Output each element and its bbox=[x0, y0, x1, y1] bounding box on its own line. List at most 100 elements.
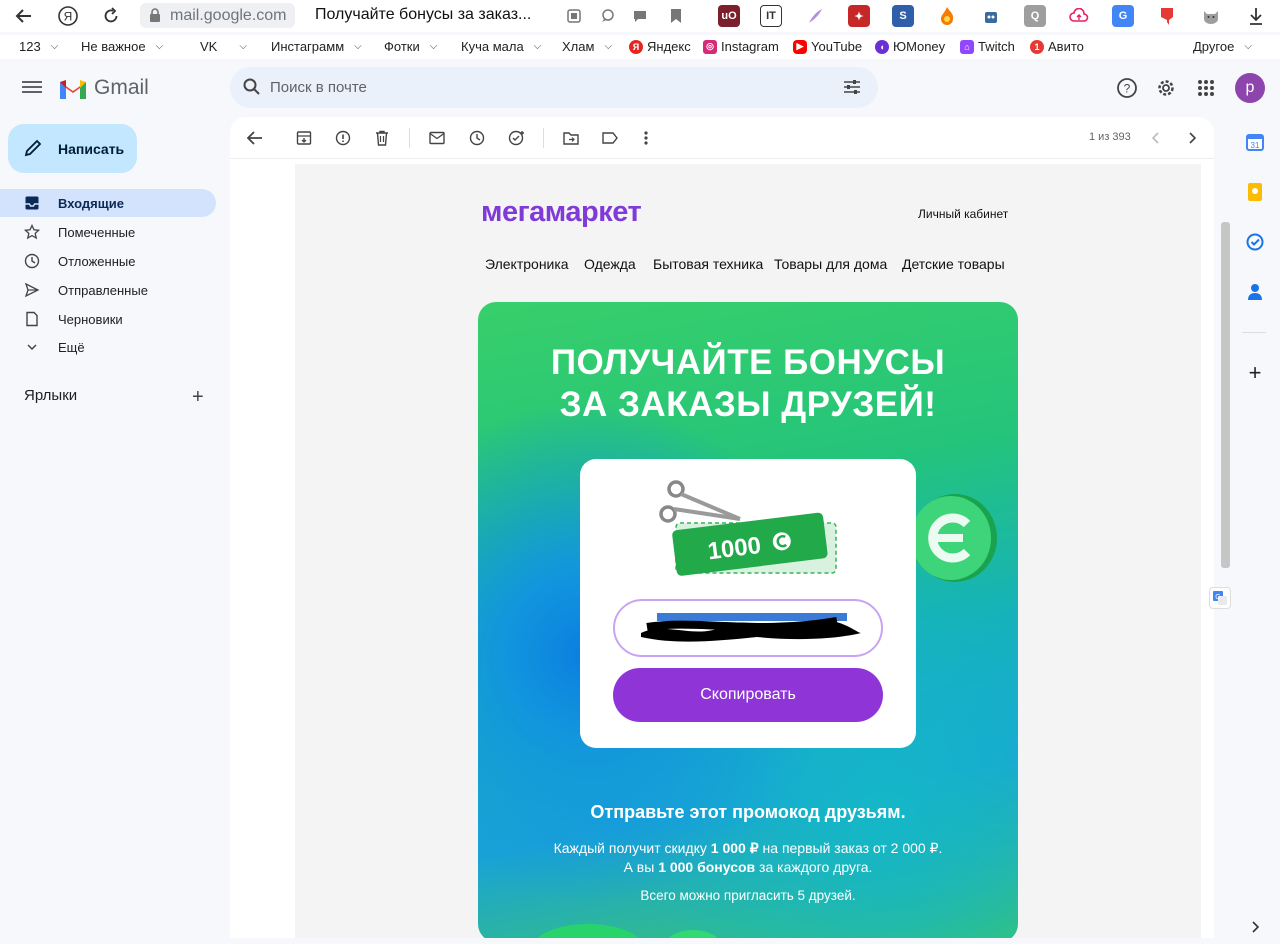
contacts-icon[interactable] bbox=[1244, 281, 1266, 303]
translate-icon[interactable]: G bbox=[1112, 5, 1134, 27]
sidebar-item-sent[interactable]: Отправленные bbox=[0, 276, 216, 304]
it-icon[interactable]: IT bbox=[760, 5, 782, 27]
add-addon-plus-icon[interactable]: + bbox=[1244, 360, 1266, 385]
main-menu-icon[interactable] bbox=[22, 78, 42, 96]
cat-icon[interactable] bbox=[1200, 5, 1222, 27]
gmail-logo[interactable]: Gmail bbox=[58, 76, 149, 100]
category-link[interactable]: Электроника bbox=[485, 256, 569, 272]
bookmark-folder-123[interactable]: 123 ⌵ bbox=[19, 39, 58, 54]
label-tag-icon[interactable] bbox=[601, 129, 619, 147]
sidebar-item-snoozed[interactable]: Отложенные bbox=[0, 247, 216, 275]
older-chevron-right-icon[interactable] bbox=[1183, 129, 1201, 147]
trash-icon[interactable] bbox=[373, 129, 391, 147]
promo-code-field[interactable] bbox=[613, 599, 883, 657]
toolbar-divider bbox=[409, 128, 410, 148]
robot-icon[interactable] bbox=[980, 5, 1002, 27]
apps-grid-icon[interactable] bbox=[1194, 76, 1218, 100]
chevron-down-icon: ⌵ bbox=[354, 41, 362, 52]
category-link[interactable]: Детские товары bbox=[902, 256, 1005, 272]
add-label-plus-icon[interactable]: + bbox=[192, 386, 204, 409]
q-icon[interactable]: Q bbox=[1024, 5, 1046, 27]
bookmark-instagram[interactable]: ◎ Instagram bbox=[703, 39, 779, 54]
instagram-icon: ◎ bbox=[703, 39, 717, 54]
bookmark-yumoney[interactable]: ◖ ЮMoney bbox=[875, 39, 945, 54]
megamarket-logo[interactable]: мегамаркет bbox=[481, 196, 642, 229]
bookmark-folder-instagram[interactable]: Инстаграмм ⌵ bbox=[271, 39, 362, 54]
redacted-code-scribble bbox=[641, 613, 861, 642]
bookmark-folder-vk[interactable]: VK ⌵ bbox=[200, 39, 247, 54]
bookmark-folder-not-important[interactable]: Не важное ⌵ bbox=[81, 39, 163, 54]
url-bar[interactable]: mail.google.com bbox=[140, 3, 295, 28]
archive-icon[interactable] bbox=[295, 129, 313, 147]
category-link[interactable]: Товары для дома bbox=[774, 256, 887, 272]
ublock-icon[interactable]: uO bbox=[718, 5, 740, 27]
bookmark-avito[interactable]: 1 Авито bbox=[1030, 39, 1084, 54]
youtube-icon: ▶ bbox=[793, 39, 807, 54]
clock-icon bbox=[24, 253, 40, 269]
help-icon[interactable]: ? bbox=[1115, 76, 1139, 100]
sidebar-item-inbox[interactable]: Входящие bbox=[0, 189, 216, 217]
avatar[interactable]: p bbox=[1235, 73, 1265, 103]
bookmark-folder-photos[interactable]: Фотки ⌵ bbox=[384, 39, 437, 54]
translate-float-icon[interactable]: G bbox=[1209, 587, 1231, 609]
svg-text:G: G bbox=[1215, 594, 1220, 601]
chevron-down-icon: ⌵ bbox=[239, 41, 247, 52]
yumoney-icon: ◖ bbox=[875, 39, 889, 54]
category-link[interactable]: Одежда bbox=[584, 256, 636, 272]
labels-heading: Ярлыки bbox=[24, 387, 78, 404]
tab-title: Получайте бонусы за заказ... bbox=[315, 6, 532, 23]
more-vertical-icon[interactable] bbox=[637, 129, 655, 147]
yandex-browser-icon[interactable]: Я bbox=[56, 4, 80, 28]
scrollbar-thumb[interactable] bbox=[1221, 222, 1230, 568]
add-task-icon[interactable] bbox=[508, 129, 526, 147]
keep-icon[interactable] bbox=[1244, 181, 1266, 203]
bookmarks-bar: 123 ⌵ Не важное ⌵ VK ⌵ Инстаграмм ⌵ Фотки ⌵ К… bbox=[0, 35, 1280, 59]
expand-panel-chevron-icon[interactable] bbox=[1244, 916, 1266, 938]
chevron-down-icon: ⌵ bbox=[429, 41, 438, 52]
back-arrow-icon[interactable] bbox=[246, 129, 264, 147]
mark-unread-icon[interactable] bbox=[428, 129, 446, 147]
search-icon[interactable] bbox=[240, 75, 264, 99]
search-input[interactable] bbox=[270, 67, 830, 108]
reload-icon[interactable] bbox=[99, 4, 123, 28]
calendar-icon[interactable]: 31 bbox=[1244, 131, 1266, 153]
search-box[interactable] bbox=[230, 67, 878, 108]
sidebar-item-drafts[interactable]: Черновики bbox=[0, 305, 216, 333]
compose-button[interactable]: Написать bbox=[8, 124, 137, 173]
s-icon[interactable]: S bbox=[892, 5, 914, 27]
download-icon[interactable] bbox=[1244, 4, 1268, 28]
copy-button[interactable]: Скопировать bbox=[613, 668, 883, 722]
magic-wand-icon[interactable]: ✦ bbox=[848, 5, 870, 27]
settings-gear-icon[interactable] bbox=[1154, 76, 1178, 100]
svg-text:31: 31 bbox=[1251, 141, 1260, 150]
search-options-icon[interactable] bbox=[840, 75, 864, 99]
bookmark-yandex[interactable]: Я Яндекс bbox=[629, 39, 691, 54]
sidebar-item-more[interactable]: Ещё bbox=[0, 333, 216, 361]
sidebar-item-starred[interactable]: Помеченные bbox=[0, 218, 216, 246]
email-body: мегамаркет Личный кабинет Электроника Од… bbox=[295, 164, 1201, 938]
report-spam-icon[interactable] bbox=[334, 129, 352, 147]
fire-icon[interactable] bbox=[936, 5, 958, 27]
tabs-icon[interactable] bbox=[562, 4, 586, 28]
personal-account-link[interactable]: Личный кабинет bbox=[918, 207, 1008, 221]
bookmark-folder-pile[interactable]: Куча мала ⌵ bbox=[461, 39, 541, 54]
bookmark-youtube[interactable]: ▶ YouTube bbox=[793, 39, 862, 54]
bookmark-folder-other[interactable]: Другое ⌵ bbox=[1193, 39, 1252, 54]
promo-headline: ПОЛУЧАЙТЕ БОНУСЫ ЗА ЗАКАЗЫ ДРУЗЕЙ! bbox=[550, 343, 946, 424]
move-to-folder-icon[interactable] bbox=[562, 129, 580, 147]
back-icon[interactable] bbox=[12, 4, 36, 28]
newer-chevron-left-icon[interactable] bbox=[1147, 129, 1165, 147]
decorative-coin-icon bbox=[538, 924, 718, 938]
pin-icon[interactable] bbox=[1156, 5, 1178, 27]
bookmark-icon[interactable] bbox=[664, 4, 688, 28]
comment-icon[interactable] bbox=[628, 4, 652, 28]
bookmark-folder-junk[interactable]: Хлам ⌵ bbox=[562, 39, 612, 54]
feather-icon[interactable] bbox=[804, 5, 826, 27]
side-panel-divider bbox=[1242, 332, 1266, 333]
category-link[interactable]: Бытовая техника bbox=[653, 256, 763, 272]
tasks-icon[interactable] bbox=[1244, 231, 1266, 253]
cloud-icon[interactable] bbox=[1068, 5, 1090, 27]
snooze-clock-icon[interactable] bbox=[468, 129, 486, 147]
chat-icon[interactable] bbox=[596, 4, 620, 28]
bookmark-twitch[interactable]: ⌂ Twitch bbox=[960, 39, 1015, 54]
